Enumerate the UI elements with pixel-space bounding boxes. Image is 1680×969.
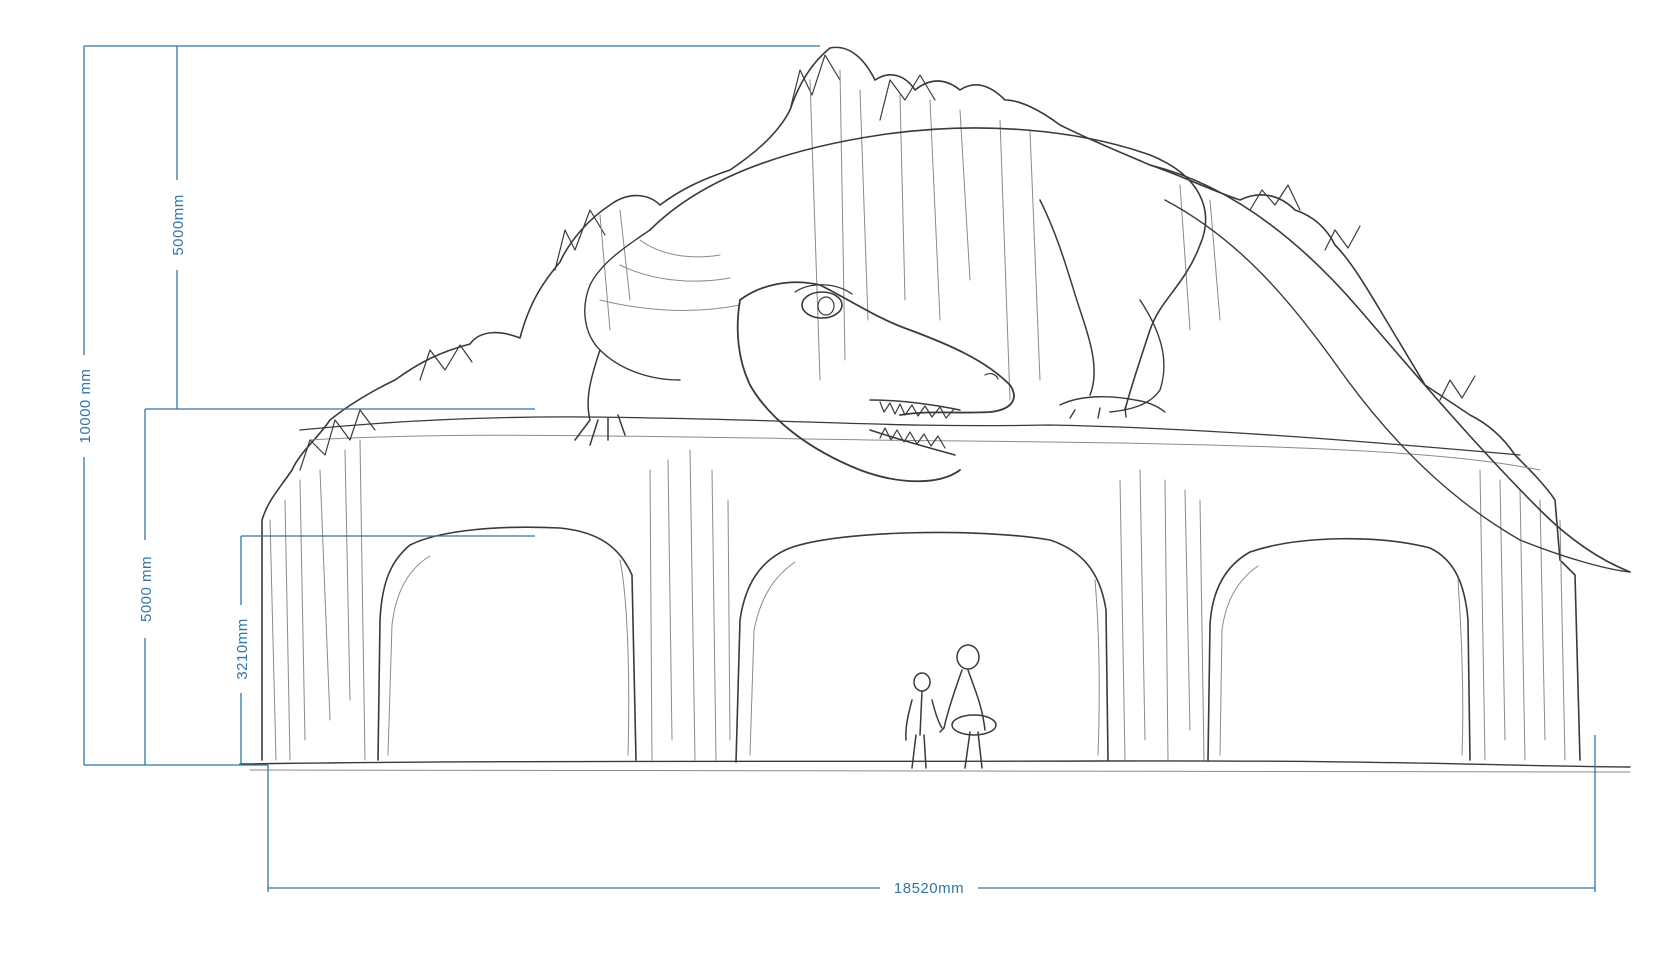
people-scale: [905, 644, 997, 769]
total-width-label: 18520mm: [894, 880, 964, 897]
upper-height-label: 5000mm: [170, 194, 187, 255]
sketch-canvas: 10000 mm 5000mm 5000 mm 3210mm 18520mm: [74, 45, 1631, 897]
total-height-label: 10000 mm: [77, 369, 94, 444]
dimension-annotations: 10000 mm 5000mm 5000 mm 3210mm 18520mm: [74, 45, 1596, 897]
rock-arch-gate: [239, 46, 1631, 773]
dinosaur: [574, 127, 1631, 573]
arch-height-label: 3210mm: [234, 618, 251, 679]
lower-height-label: 5000 mm: [138, 556, 155, 622]
